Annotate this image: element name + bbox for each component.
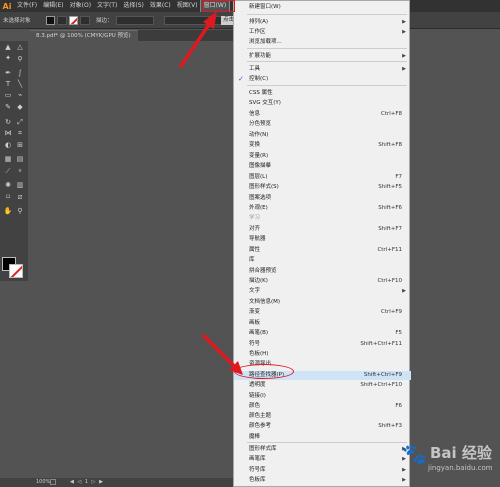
pathfinder-highlight-ellipse [234, 364, 294, 379]
watermark-brand: Bai 经验 [430, 444, 492, 462]
baidu-watermark: 🐾 Bai 经验 jingyan.baidu.com [402, 440, 500, 480]
arrow-to-window-menu [179, 11, 217, 68]
window-menu-highlight-box [203, 0, 235, 12]
paw-logo-icon: 🐾 [402, 442, 427, 466]
annotation-layer [179, 11, 243, 375]
illustrator-window: Ai 文件(F) 编辑(E) 对象(O) 文字(T) 选择(S) 效果(C) 视… [0, 0, 500, 487]
watermark-url: jingyan.baidu.com [428, 464, 493, 472]
